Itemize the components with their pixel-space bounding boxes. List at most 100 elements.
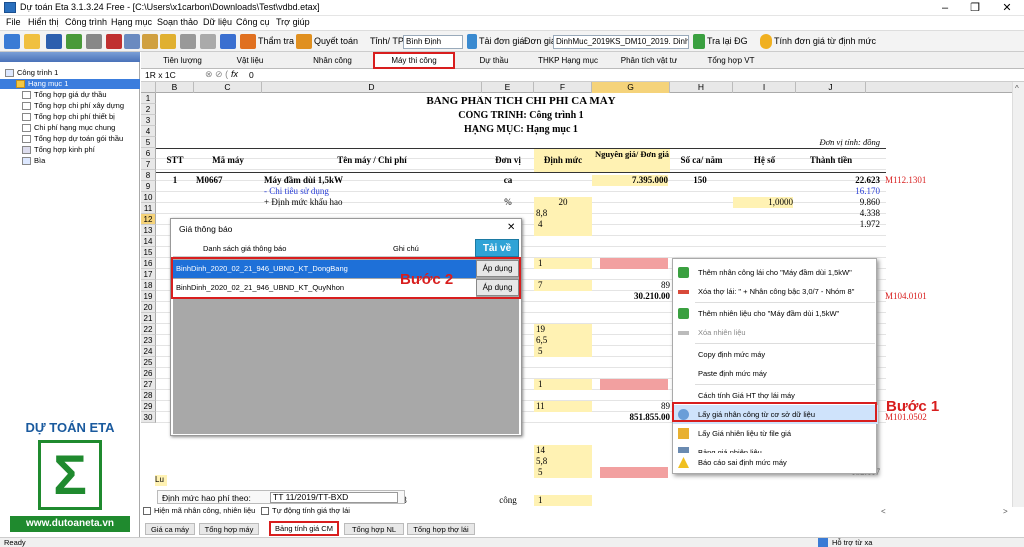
row-header[interactable]: 24 (141, 346, 156, 357)
menu-help[interactable]: Trợ giúp (276, 17, 310, 27)
cell-norm[interactable]: 6,5 (534, 335, 574, 346)
load-price-button[interactable]: Tải đơn giá (479, 36, 524, 46)
cell-original-price[interactable]: 30.210.00 (592, 291, 670, 302)
menu-remove-fuel[interactable]: Xóa nhiên liệu (673, 323, 878, 342)
tab-machine-price[interactable]: Giá ca máy (145, 523, 195, 535)
save-icon[interactable] (46, 34, 62, 49)
row-header[interactable]: 14 (141, 236, 156, 247)
norm-basis-select[interactable]: TT 11/2019/TT-BXD (270, 492, 398, 503)
col-header[interactable]: D (262, 82, 482, 93)
price-select[interactable]: DinhMuc_2019KS_DM10_2019. DinhMuc (553, 35, 689, 49)
row-header[interactable]: 26 (141, 368, 156, 379)
cell-original-price[interactable]: 7.395.000 (592, 175, 668, 186)
vertical-scrollbar[interactable]: ^ (1012, 82, 1024, 507)
paste-icon[interactable] (142, 34, 158, 49)
row-header[interactable]: 5 (141, 137, 156, 148)
row-header[interactable]: 4 (141, 126, 156, 137)
tree-item-project[interactable]: Công trình 1 (0, 68, 140, 78)
cell-norm[interactable]: 1 (534, 258, 574, 269)
cell-usage-label[interactable]: - Chi tiêu sử dụng (264, 186, 482, 197)
cut-icon[interactable] (106, 34, 122, 49)
menu-report-norm-error[interactable]: Báo cáo sai định mức máy (672, 453, 877, 472)
selected-cell[interactable] (600, 258, 668, 269)
row-header[interactable]: 17 (141, 269, 156, 280)
row-header[interactable]: 19 (141, 291, 156, 302)
cell-original-price[interactable]: 89 (600, 280, 670, 291)
minimize-button[interactable]: – (930, 0, 960, 16)
row-header[interactable]: 11 (141, 203, 156, 214)
row-header[interactable]: 10 (141, 192, 156, 203)
menu-item[interactable]: Hạng mục (111, 17, 152, 27)
tab-quantity[interactable]: Tiên lượng (155, 54, 210, 68)
cell-norm[interactable]: 7 (534, 280, 574, 291)
menu-project[interactable]: Công trình (65, 17, 107, 27)
cell-amount[interactable]: 22.623 (796, 175, 880, 186)
menu-get-fuel-price-file[interactable]: Lấy Giá nhiên liệu từ file giá (673, 424, 878, 443)
tab-machinery[interactable]: Máy thi công (373, 52, 455, 69)
menu-copy-norm[interactable]: Copy định mức máy (673, 345, 878, 364)
cell-norm[interactable]: 8,8 (534, 208, 574, 219)
scroll-up-icon[interactable]: ^ (1015, 84, 1019, 93)
tab-materials[interactable]: Vật liệu (225, 54, 275, 68)
col-header[interactable]: F (534, 82, 592, 93)
cell-norm[interactable]: 5 (534, 467, 574, 478)
row-header[interactable]: 25 (141, 357, 156, 368)
cell-norm[interactable]: 14 (534, 445, 574, 456)
row-header[interactable]: 18 (141, 280, 156, 291)
cell-norm[interactable]: 5 (534, 346, 574, 357)
row-header[interactable]: 2 (141, 104, 156, 115)
checkbox-auto-operator[interactable] (261, 507, 269, 515)
cell-machine-code[interactable]: M0667 (196, 175, 262, 186)
row-header[interactable]: 16 (141, 258, 156, 269)
row-header[interactable]: 3 (141, 115, 156, 126)
cell-amount[interactable]: 4.338 (796, 208, 880, 219)
row-header[interactable]: 12 (141, 214, 156, 225)
calc-price-button[interactable]: Tính đơn giá từ định mức (774, 36, 876, 46)
cell-norm[interactable]: 11 (534, 401, 574, 412)
checkbox-show-codes[interactable] (143, 507, 151, 515)
recheck-price-button[interactable]: Tra lại ĐG (707, 36, 748, 46)
row-header[interactable]: 15 (141, 247, 156, 258)
col-header[interactable]: G (592, 82, 670, 93)
cell-depreciation-label[interactable]: + Định mức khấu hao (264, 197, 482, 208)
cell-norm[interactable]: 5,8 (534, 456, 574, 467)
tab-machine-price-table[interactable]: Bảng tính giá CM (269, 521, 339, 536)
close-button[interactable]: ✕ (992, 0, 1022, 16)
settlement-label[interactable]: Quyết toán (314, 36, 358, 46)
cell-stt[interactable]: 1 (156, 175, 194, 186)
audit-label[interactable]: Thẩm tra (258, 36, 294, 46)
row-header[interactable]: 27 (141, 379, 156, 390)
tab-operator-summary[interactable]: Tổng hợp thợ lái (407, 523, 475, 535)
cell-norm[interactable]: 20 (534, 197, 592, 208)
menu-edit[interactable]: Soạn thảo (157, 17, 198, 27)
col-header[interactable]: B (156, 82, 194, 93)
format-icon[interactable] (160, 34, 176, 49)
tree-item-cover[interactable]: Bìa (0, 156, 140, 166)
cell-original-price[interactable]: 851.855.00 (592, 412, 671, 423)
tree-item-construction-cost[interactable]: Tổng hợp chi phí xây dựng (0, 101, 140, 111)
tab-material-analysis[interactable]: Phân tích vật tư (609, 54, 689, 68)
cell-reference[interactable]: 1R x 1C (145, 70, 201, 80)
col-header[interactable]: C (194, 82, 262, 93)
menu-file[interactable]: File (6, 17, 21, 27)
menu-paste-norm[interactable]: Paste định mức máy (673, 364, 878, 383)
tab-item-summary[interactable]: THKP Hạng mục (533, 54, 603, 68)
tree-item-bid-summary[interactable]: Tổng hợp giá dự thầu (0, 90, 140, 100)
redo-icon[interactable] (200, 34, 216, 49)
tree-item-category[interactable]: Hạng mục 1 (0, 79, 140, 89)
menu-view[interactable]: Hiển thị (28, 17, 59, 27)
menu-add-fuel[interactable]: Thêm nhiên liệu cho "Máy đầm dùi 1,5kW" (673, 304, 878, 323)
cell-amount[interactable]: 1.972 (796, 219, 880, 230)
formula-input[interactable]: 0 (249, 70, 254, 80)
cell-norm[interactable]: 4 (534, 219, 574, 230)
remote-support-link[interactable]: Hỗ trợ từ xa (832, 538, 872, 547)
dialog-close-button[interactable]: ✕ (507, 222, 515, 233)
row-header[interactable]: 23 (141, 335, 156, 346)
audit-icon[interactable] (240, 34, 256, 49)
print-icon[interactable] (86, 34, 102, 49)
tab-machine-summary[interactable]: Tổng hợp máy (199, 523, 259, 535)
open-icon[interactable] (24, 34, 40, 49)
row-header[interactable]: 30 (141, 412, 156, 423)
download-button[interactable]: Tải về (475, 239, 519, 257)
tab-bid[interactable]: Dự thầu (469, 54, 519, 68)
